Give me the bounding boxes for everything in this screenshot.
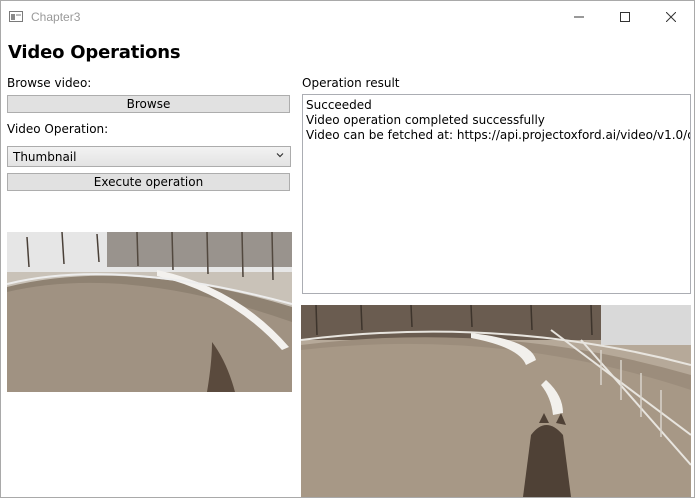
result-line-url: Video can be fetched at: https://api.pro…: [306, 128, 690, 142]
title-bar[interactable]: Chapter3: [1, 1, 694, 33]
minimize-button[interactable]: [556, 1, 602, 33]
video-operation-selected: Thumbnail: [13, 150, 77, 164]
thumbnail-result-image: [301, 305, 691, 497]
app-window: Chapter3 Video Operations Browse video: …: [0, 0, 695, 498]
maximize-button[interactable]: [602, 1, 648, 33]
source-video-image: [7, 232, 292, 392]
operation-result-label: Operation result: [302, 76, 400, 90]
page-title: Video Operations: [8, 42, 181, 63]
video-operation-select[interactable]: Thumbnail: [7, 146, 291, 167]
video-operation-label: Video Operation:: [7, 122, 109, 136]
chevron-down-icon: [276, 153, 284, 158]
window-title: Chapter3: [31, 10, 81, 24]
close-icon: [666, 12, 676, 22]
result-line-message: Video operation completed successfully: [306, 113, 545, 127]
browse-button[interactable]: Browse: [7, 95, 290, 113]
minimize-icon: [574, 16, 584, 18]
execute-operation-button[interactable]: Execute operation: [7, 173, 290, 191]
app-window-icon: [9, 11, 23, 22]
result-line-status: Succeeded: [306, 98, 372, 112]
browse-video-label: Browse video:: [7, 76, 92, 90]
close-button[interactable]: [648, 1, 694, 33]
maximize-icon: [620, 12, 630, 22]
operation-result-textbox[interactable]: Succeeded Video operation completed succ…: [302, 94, 691, 294]
